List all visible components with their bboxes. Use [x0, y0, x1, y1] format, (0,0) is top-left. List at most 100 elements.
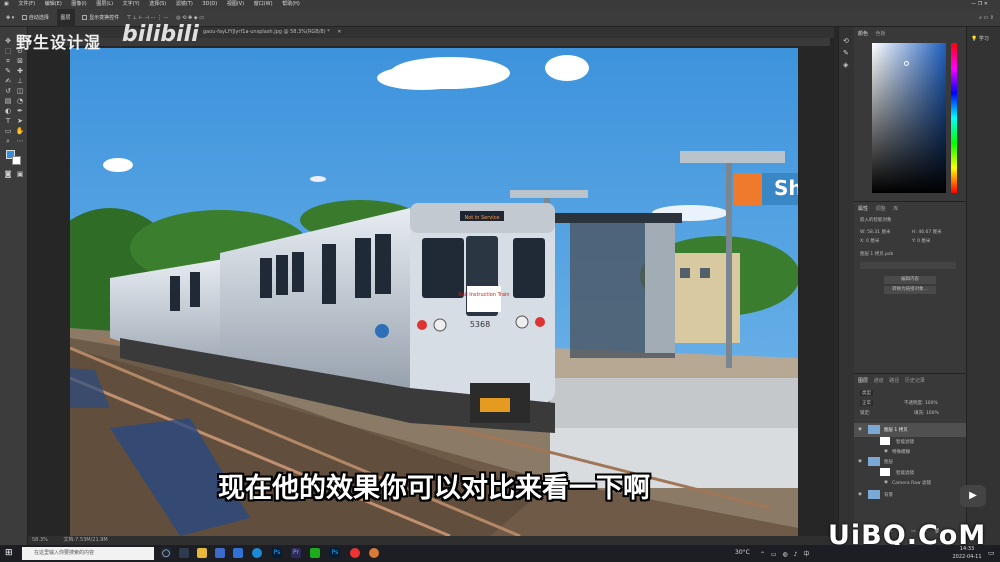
frame-tool-icon[interactable]: ⊠: [15, 57, 25, 65]
move-tool-icon[interactable]: ✥ ▾: [6, 9, 14, 27]
menu-file[interactable]: 文件(F): [18, 1, 35, 7]
menu-image[interactable]: 图像(I): [71, 1, 86, 7]
menu-3d[interactable]: 3D(D): [202, 1, 217, 7]
menu-help[interactable]: 帮助(H): [282, 1, 300, 7]
layer-comp-icon[interactable]: ◈: [843, 61, 848, 69]
tab-history[interactable]: 历史记录: [905, 378, 925, 384]
path-select-icon[interactable]: ➤: [15, 117, 25, 125]
photoshop-active-icon[interactable]: Ps: [330, 548, 340, 558]
opacity-field[interactable]: 不透明度: 100%: [904, 400, 938, 406]
weather-temp[interactable]: 30°C: [735, 549, 750, 556]
history-brush-icon[interactable]: ↺: [3, 87, 13, 95]
app-icon[interactable]: [215, 548, 225, 558]
photoshop-icon[interactable]: Ps: [272, 548, 282, 558]
notification-icon[interactable]: ▭: [988, 549, 995, 557]
filter-eye-icon[interactable]: ◉: [884, 449, 888, 454]
blur-tool-icon[interactable]: ◔: [15, 97, 25, 105]
eraser-tool-icon[interactable]: ◫: [15, 87, 25, 95]
background-color-swatch[interactable]: [12, 156, 21, 165]
play-icon[interactable]: ▶: [960, 485, 986, 507]
menu-view[interactable]: 视图(V): [227, 1, 244, 7]
menu-layer[interactable]: 图层(L): [96, 1, 113, 7]
height-field[interactable]: H: 46.67 厘米: [912, 229, 942, 235]
move-tool-icon[interactable]: ✥: [3, 37, 13, 45]
menu-edit[interactable]: 编辑(E): [45, 1, 62, 7]
filter-eye-icon[interactable]: ◉: [884, 480, 888, 485]
tab-properties[interactable]: 属性: [858, 206, 868, 212]
tray-icons[interactable]: ⌃ ▭ ◍ ♪ 中: [760, 549, 811, 558]
tab-layers[interactable]: 图层: [858, 378, 868, 384]
layer-name[interactable]: 特殊模糊: [892, 449, 910, 455]
fill-field[interactable]: 填充: 100%: [914, 410, 939, 416]
history-icon[interactable]: ⟲: [843, 37, 849, 45]
doc-size[interactable]: 文档:7.53M/21.9M: [63, 537, 107, 543]
zoom-level[interactable]: 58.3%: [32, 537, 48, 543]
blend-mode-select[interactable]: 正常: [860, 400, 873, 406]
layer-name[interactable]: 图层: [884, 459, 893, 465]
clock-time[interactable]: 14:33: [952, 546, 982, 552]
tab-color[interactable]: 颜色: [858, 31, 868, 37]
eyedropper-tool-icon[interactable]: ✎: [3, 67, 13, 75]
zoom-tool-icon[interactable]: ⌕: [3, 137, 13, 145]
convert-linked-button[interactable]: 转换为链接对象...: [884, 286, 936, 294]
width-field[interactable]: W: 58.31 厘米: [860, 229, 890, 235]
taskbar-search-input[interactable]: 在这里输入你要搜索的内容: [22, 547, 154, 560]
more-tools-icon[interactable]: ⋯: [15, 137, 25, 145]
crop-tool-icon[interactable]: ⌗: [3, 57, 13, 65]
edge-browser-icon[interactable]: [252, 548, 262, 558]
hand-tool-icon[interactable]: ✋: [15, 127, 25, 135]
windows-start-icon[interactable]: ⊞: [5, 548, 15, 558]
marquee-tool-icon[interactable]: ⬚: [3, 47, 13, 55]
type-tool-icon[interactable]: T: [3, 117, 13, 125]
menu-filter[interactable]: 滤镜(T): [176, 1, 193, 7]
y-field[interactable]: Y: 0 厘米: [912, 238, 930, 244]
shape-tool-icon[interactable]: ▭: [3, 127, 13, 135]
menu-select[interactable]: 选择(S): [149, 1, 166, 7]
tab-swatches[interactable]: 色板: [876, 31, 886, 37]
layer-select-dropdown[interactable]: 图层: [56, 9, 75, 27]
ps-logo-icon[interactable]: ▣: [4, 1, 9, 7]
edit-contents-button[interactable]: 编辑内容: [884, 276, 936, 284]
mail-icon[interactable]: [233, 548, 243, 558]
auto-select-checkbox[interactable]: 自动选择: [21, 9, 49, 27]
color-picker-field[interactable]: [872, 43, 946, 193]
heal-tool-icon[interactable]: ✚: [15, 67, 25, 75]
layer-name[interactable]: 图层 1 拷贝: [884, 427, 908, 433]
tab-adjustments[interactable]: 调整: [876, 206, 886, 212]
quick-mask-icon[interactable]: ◙: [3, 170, 13, 178]
file-explorer-icon[interactable]: [197, 548, 207, 558]
visibility-eye-icon[interactable]: ◉: [858, 459, 862, 464]
premiere-icon[interactable]: Pr: [291, 548, 301, 558]
transform-checkbox[interactable]: 显示变换控件: [82, 9, 119, 27]
gradient-tool-icon[interactable]: ▤: [3, 97, 13, 105]
dodge-tool-icon[interactable]: ◐: [3, 107, 13, 115]
layer-name[interactable]: Camera Raw 滤镜: [892, 480, 931, 486]
learn-tab[interactable]: 💡 学习: [971, 35, 989, 42]
taskview-icon[interactable]: [179, 548, 189, 558]
task-view-icon[interactable]: ◯: [161, 548, 171, 558]
pen-tool-icon[interactable]: ✒: [15, 107, 25, 115]
menu-type[interactable]: 文字(Y): [123, 1, 140, 7]
visibility-eye-icon[interactable]: ◉: [858, 492, 862, 497]
visibility-eye-icon[interactable]: ◉: [858, 427, 862, 432]
brush-settings-icon[interactable]: ✎: [843, 49, 849, 57]
document-canvas-image[interactable]: She Not in Service Rail Instruction Trai…: [70, 48, 798, 536]
brush-tool-icon[interactable]: ✍: [3, 77, 13, 85]
tab-paths[interactable]: 路径: [889, 378, 899, 384]
layer-name[interactable]: 智能滤镜: [896, 470, 914, 476]
record-app-icon[interactable]: [350, 548, 360, 558]
workspace-icons[interactable]: ⌕ ▭ ⇪: [979, 9, 994, 27]
menu-window[interactable]: 窗口(W): [254, 1, 273, 7]
stamp-tool-icon[interactable]: ⊥: [15, 77, 25, 85]
color-picker-cursor[interactable]: [904, 61, 909, 66]
layer-name[interactable]: 背景: [884, 492, 893, 498]
x-field[interactable]: X: 0 厘米: [860, 238, 879, 244]
wechat-icon[interactable]: [310, 548, 320, 558]
layer-filter-kind[interactable]: 类型: [860, 390, 873, 396]
hue-slider[interactable]: [951, 43, 957, 193]
layer-name[interactable]: 智能滤镜: [896, 439, 914, 445]
window-controls[interactable]: — ❐ ✕: [971, 0, 988, 9]
tab-libraries[interactable]: 库: [893, 206, 898, 212]
app-icon[interactable]: [369, 548, 379, 558]
tab-channels[interactable]: 通道: [874, 378, 884, 384]
